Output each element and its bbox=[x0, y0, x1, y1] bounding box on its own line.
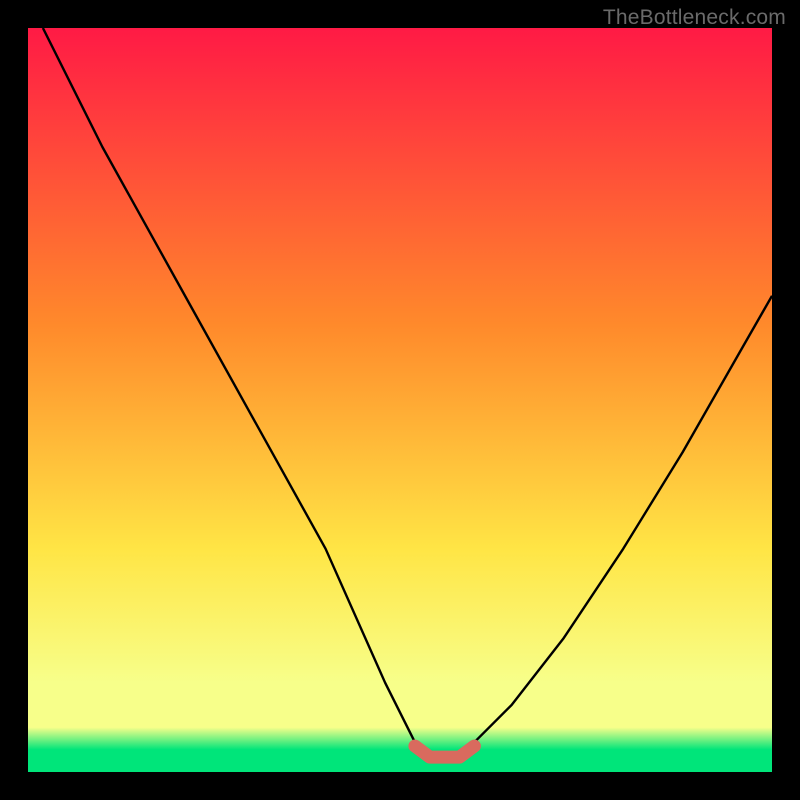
credit-watermark: TheBottleneck.com bbox=[603, 6, 786, 30]
gradient-background bbox=[28, 28, 772, 772]
plot-area bbox=[28, 28, 772, 772]
chart-frame: TheBottleneck.com bbox=[0, 0, 800, 800]
chart-svg bbox=[28, 28, 772, 772]
